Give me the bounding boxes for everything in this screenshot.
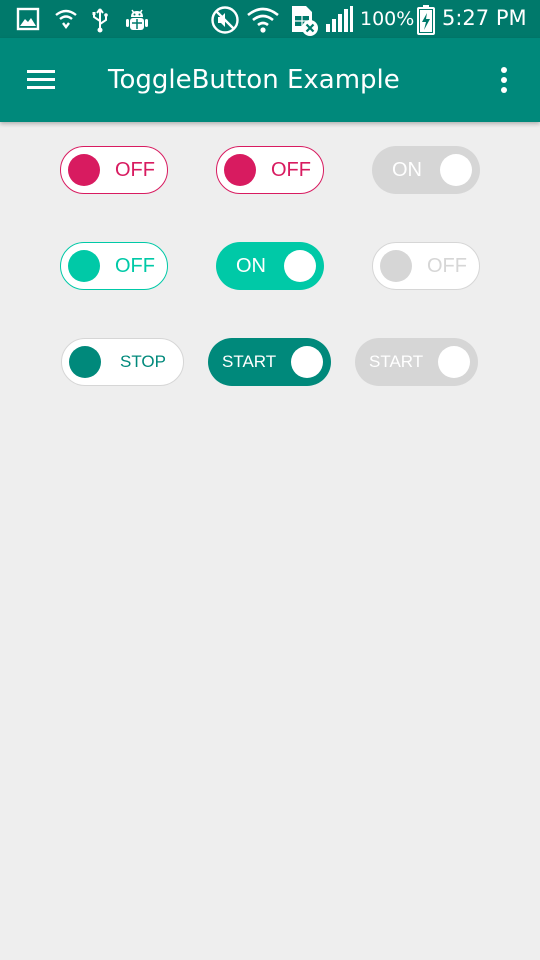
toggle-button-pink-2[interactable]: OFF	[216, 146, 324, 194]
battery-charging-icon	[417, 5, 435, 35]
toggle-label: STOP	[120, 352, 166, 371]
toggle-button-pink-1[interactable]: OFF	[60, 146, 168, 194]
toggle-knob	[284, 250, 316, 282]
menu-icon	[27, 70, 55, 89]
toggle-button-pink-disabled[interactable]: ON	[372, 146, 480, 194]
toggle-label: ON	[236, 255, 266, 277]
toggle-label: OFF	[115, 159, 155, 181]
toggle-label: OFF	[271, 159, 311, 181]
overflow-menu-button[interactable]	[492, 64, 516, 96]
status-bar: 100% 5:27 PM	[0, 0, 540, 38]
toggle-label: START	[222, 352, 277, 371]
toggle-knob	[291, 346, 323, 378]
toggle-button-teal-1[interactable]: OFF	[60, 242, 168, 290]
toggle-button-start-disabled[interactable]: START	[355, 338, 478, 386]
menu-button[interactable]	[24, 66, 60, 94]
more-vert-icon	[501, 67, 507, 93]
toggle-knob	[68, 154, 100, 186]
wifi-icon	[247, 7, 279, 33]
toggle-knob	[68, 250, 100, 282]
toggle-knob	[224, 154, 256, 186]
app-bar: ToggleButton Example	[0, 38, 540, 122]
toggle-button-start[interactable]: START	[208, 338, 331, 386]
android-debug-icon	[126, 9, 148, 30]
battery-level: 100%	[360, 8, 415, 30]
page-title: ToggleButton Example	[108, 65, 400, 95]
toggle-label: ON	[392, 159, 422, 181]
toggle-knob	[380, 250, 412, 282]
toggle-button-teal-disabled[interactable]: OFF	[372, 242, 480, 290]
mute-icon	[211, 6, 239, 34]
toggle-button-stop[interactable]: STOP	[61, 338, 184, 386]
toggle-label: OFF	[427, 255, 467, 277]
toggle-label: START	[369, 352, 424, 371]
toggle-knob	[438, 346, 470, 378]
toggle-knob	[440, 154, 472, 186]
toggle-button-teal-2[interactable]: ON	[216, 242, 324, 290]
signal-icon	[326, 6, 353, 32]
sim-error-icon	[292, 6, 318, 36]
image-icon	[16, 7, 40, 31]
vpn-shield-icon	[55, 9, 77, 29]
toggle-knob	[69, 346, 101, 378]
clock: 5:27 PM	[442, 6, 527, 30]
toggle-label: OFF	[115, 255, 155, 277]
usb-icon	[92, 8, 108, 33]
